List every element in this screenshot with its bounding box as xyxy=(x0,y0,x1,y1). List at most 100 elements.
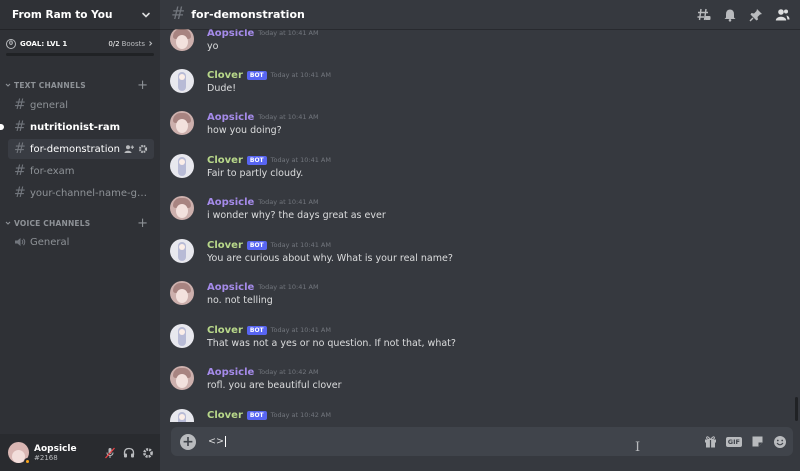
hash-icon: # xyxy=(14,141,26,157)
message-input[interactable]: <> xyxy=(208,436,226,447)
settings-gear-icon[interactable] xyxy=(138,144,148,154)
boost-count: 0/2 xyxy=(108,39,120,48)
username[interactable]: Aopsicle xyxy=(34,444,77,454)
avatar[interactable] xyxy=(170,111,194,135)
avatar[interactable] xyxy=(170,29,194,51)
attach-plus-icon[interactable]: + xyxy=(180,433,196,450)
chevron-down-icon xyxy=(5,82,11,88)
invite-icon[interactable] xyxy=(124,144,134,154)
text-caret xyxy=(224,436,226,447)
message: Aopsicle Today at 10:41 AM how you doing… xyxy=(160,111,780,151)
message-timestamp: Today at 10:41 AM xyxy=(258,29,319,37)
channel-name: General xyxy=(30,236,70,248)
server-header[interactable]: From Ram to You xyxy=(0,0,160,29)
message-composer: + <> GIF xyxy=(171,427,793,456)
message-scrollbar[interactable] xyxy=(794,29,798,422)
message-author[interactable]: Clover xyxy=(207,155,243,166)
message: Aopsicle Today at 10:41 AM yo xyxy=(160,29,780,67)
channel-name: your-channel-name-goes... xyxy=(30,187,148,199)
category-text-channels[interactable]: TEXT CHANNELS + xyxy=(0,78,160,92)
message: Clover BOT Today at 10:41 AM You are cur… xyxy=(160,239,780,279)
channel-name: for-demonstration xyxy=(30,143,120,155)
emoji-icon[interactable] xyxy=(773,435,787,449)
server-boost-goal[interactable]: 0 GOAL: LVL 1 0/2 Boosts xyxy=(0,29,160,58)
channel-header: # for-demonstration xyxy=(160,0,800,29)
bell-icon[interactable] xyxy=(723,8,737,22)
message-text: That was not a yes or no question. If no… xyxy=(207,338,456,349)
avatar[interactable] xyxy=(170,409,194,422)
pin-icon[interactable] xyxy=(749,8,763,22)
create-channel-icon[interactable]: + xyxy=(137,217,148,230)
avatar[interactable] xyxy=(170,281,194,305)
message-text: You are curious about why. What is your … xyxy=(207,253,453,264)
user-panel: Aopsicle #2168 xyxy=(0,434,160,471)
message-text: rofl. you are beautiful clover xyxy=(207,380,342,391)
avatar[interactable] xyxy=(170,239,194,263)
channel-your-channel-name[interactable]: # your-channel-name-goes... xyxy=(8,183,154,203)
goal-progress-bar xyxy=(6,53,154,56)
message-author[interactable]: Aopsicle xyxy=(207,197,254,208)
message-author[interactable]: Clover xyxy=(207,410,243,421)
message-timestamp: Today at 10:42 AM xyxy=(270,411,331,419)
settings-gear-icon[interactable] xyxy=(142,447,154,459)
message: Aopsicle Today at 10:41 AM i wonder why?… xyxy=(160,196,780,236)
category-voice-channels[interactable]: VOICE CHANNELS + xyxy=(0,216,160,230)
message-author[interactable]: Aopsicle xyxy=(207,282,254,293)
bot-tag: BOT xyxy=(246,410,267,420)
chevron-down-icon xyxy=(5,220,11,226)
channel-general[interactable]: # general xyxy=(8,95,154,115)
message-text: yo xyxy=(207,41,219,52)
avatar[interactable] xyxy=(170,154,194,178)
message: Clover BOT Today at 10:41 AM That was no… xyxy=(160,324,780,364)
channel-name: for-exam xyxy=(30,165,75,177)
avatar[interactable] xyxy=(170,324,194,348)
message-author[interactable]: Clover xyxy=(207,325,243,336)
hash-icon: # xyxy=(171,4,186,24)
headphones-icon[interactable] xyxy=(123,447,135,459)
threads-icon[interactable] xyxy=(697,8,711,22)
avatar[interactable] xyxy=(170,69,194,93)
channel-title: for-demonstration xyxy=(191,8,305,21)
message-timestamp: Today at 10:41 AM xyxy=(258,198,319,206)
gif-icon[interactable]: GIF xyxy=(725,436,742,447)
channel-for-exam[interactable]: # for-exam xyxy=(8,161,154,181)
mute-icon[interactable] xyxy=(104,447,116,459)
message-text: Dude! xyxy=(207,83,237,94)
message-timestamp: Today at 10:41 AM xyxy=(270,326,331,334)
bot-tag: BOT xyxy=(246,325,267,335)
voice-channel-general[interactable]: General xyxy=(8,232,154,252)
hash-icon: # xyxy=(14,185,26,201)
unread-indicator xyxy=(0,124,4,130)
message-list[interactable]: Aopsicle Today at 10:41 AM yo Clover BOT… xyxy=(160,29,790,422)
category-label: TEXT CHANNELS xyxy=(14,80,86,90)
sticker-icon[interactable] xyxy=(751,435,764,448)
bot-tag: BOT xyxy=(246,155,267,165)
avatar[interactable] xyxy=(170,196,194,220)
message-author[interactable]: Aopsicle xyxy=(207,112,254,123)
members-icon[interactable] xyxy=(775,8,790,22)
message-timestamp: Today at 10:42 AM xyxy=(258,368,319,376)
message-timestamp: Today at 10:41 AM xyxy=(270,71,331,79)
message: Clover BOT Today at 10:41 AM Fair to par… xyxy=(160,154,780,194)
chat-area: # for-demonstration Aopsicle Today at 10… xyxy=(160,0,800,471)
goal-label: GOAL: LVL 1 xyxy=(20,39,68,48)
chevron-down-icon[interactable] xyxy=(141,10,151,20)
message: Aopsicle Today at 10:41 AM no. not telli… xyxy=(160,281,780,321)
channel-for-demonstration[interactable]: # for-demonstration xyxy=(8,139,154,159)
message-author[interactable]: Aopsicle xyxy=(207,29,254,39)
message: Clover BOT Today at 10:42 AM xyxy=(160,409,780,422)
message-text: no. not telling xyxy=(207,295,273,306)
avatar[interactable] xyxy=(170,366,194,390)
hash-icon: # xyxy=(14,163,26,179)
scrollbar-thumb[interactable] xyxy=(795,397,798,421)
channel-nutritionist-ram[interactable]: # nutritionist-ram xyxy=(8,117,154,137)
gift-icon[interactable] xyxy=(704,435,717,448)
message-text: i wonder why? the days great as ever xyxy=(207,210,386,221)
create-channel-icon[interactable]: + xyxy=(137,79,148,92)
message-text: Fair to partly cloudy. xyxy=(207,168,304,179)
message-author[interactable]: Aopsicle xyxy=(207,367,254,378)
message-author[interactable]: Clover xyxy=(207,70,243,81)
message-timestamp: Today at 10:41 AM xyxy=(258,283,319,291)
category-label: VOICE CHANNELS xyxy=(14,218,91,228)
message-author[interactable]: Clover xyxy=(207,240,243,251)
